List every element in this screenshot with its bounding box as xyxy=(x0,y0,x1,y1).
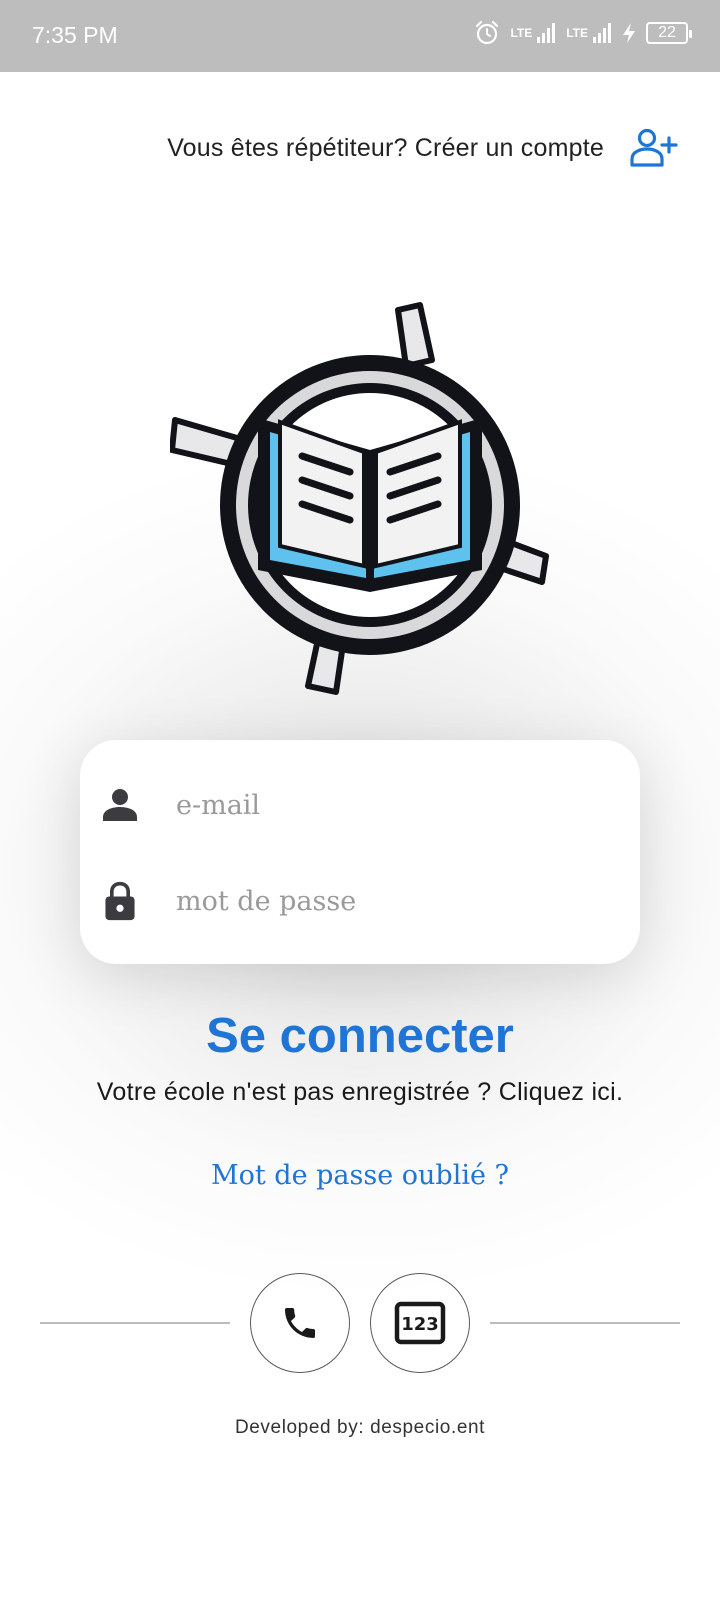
password-field[interactable] xyxy=(176,876,616,926)
battery-icon: 22 xyxy=(646,22,692,44)
network-type-2: LTE xyxy=(566,26,588,40)
status-bar: 7:35 PM LTE LTE 22 xyxy=(0,0,720,72)
charging-icon xyxy=(623,23,635,43)
status-icons: LTE LTE 22 xyxy=(474,20,692,46)
phone-icon xyxy=(285,1308,315,1338)
signal-icon xyxy=(537,23,556,43)
signup-row[interactable]: Vous êtes répétiteur? Créer un compte xyxy=(167,128,678,168)
register-school-link[interactable]: Votre école n'est pas enregistrée ? Cliq… xyxy=(0,1078,720,1107)
developer-credit: Developed by: despecio.ent xyxy=(234,1417,486,1438)
signup-link[interactable]: Vous êtes répétiteur? Créer un compte xyxy=(167,134,604,163)
svg-text:123: 123 xyxy=(401,1314,439,1335)
lock-icon xyxy=(105,881,135,921)
app-logo xyxy=(170,302,549,695)
network-type-1: LTE xyxy=(510,26,533,40)
email-row xyxy=(0,760,616,850)
password-row xyxy=(0,856,616,946)
add-user-icon[interactable] xyxy=(628,128,678,168)
alarm-icon xyxy=(476,20,499,45)
numeric-keypad-icon: 123 xyxy=(394,1301,446,1345)
divider-right xyxy=(490,1322,680,1324)
email-field[interactable] xyxy=(176,780,616,830)
person-icon xyxy=(103,789,137,821)
login-button[interactable]: Se connecter xyxy=(0,1008,720,1064)
forgot-password-link[interactable]: Mot de passe oublié ? xyxy=(0,1160,720,1191)
signal-icon xyxy=(593,23,611,43)
divider-left xyxy=(40,1322,230,1324)
code-entry-button[interactable]: 123 xyxy=(370,1273,470,1373)
call-button[interactable] xyxy=(250,1273,350,1373)
status-time: 7:35 PM xyxy=(32,22,118,48)
